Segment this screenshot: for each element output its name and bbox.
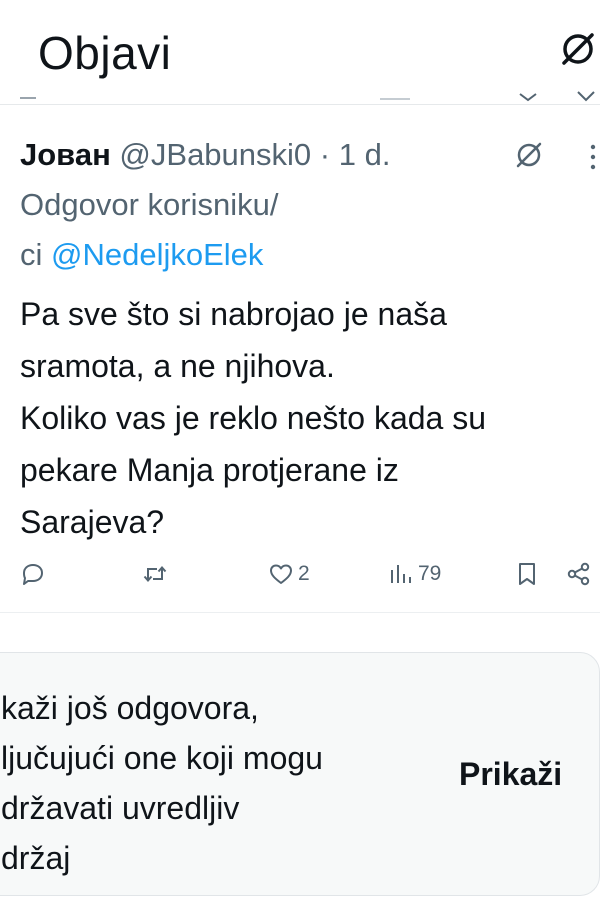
author-name[interactable]: Јован [20,137,111,172]
reply-context: Odgovor korisniku/ ci @NedeljkoElek [20,180,400,280]
previous-post-actions-edge [20,91,595,102]
tweet-text-line: Koliko vas je reklo nešto kada su [20,400,487,436]
circle-slash-icon[interactable] [512,138,546,172]
separator-dot: · [319,137,331,172]
reply-button[interactable] [20,558,46,590]
reply-mention-link[interactable]: @NedeljkoElek [51,237,263,272]
retweet-button[interactable] [142,558,168,590]
share-icon [567,562,590,586]
views-count: 79 [418,562,442,585]
show-more-replies-line: državati uvredljiv [1,790,240,826]
tweet-header: Јован @JBabunski0 · 1 d. [20,135,390,175]
views-icon [391,565,411,583]
bookmark-button[interactable] [514,558,540,590]
reply-tweet[interactable]: Јован @JBabunski0 · 1 d. Odgovor korisni… [0,104,600,613]
like-icon [270,564,292,584]
like-count: 2 [298,562,310,585]
page-title: Objavi [38,27,172,79]
show-more-replies-line: držaj [1,840,71,876]
share-button[interactable] [566,558,592,590]
reply-prefix-ci: ci [20,237,43,272]
reply-icon [23,564,43,585]
retweet-icon [143,565,167,583]
like-button[interactable]: 2 [268,558,310,590]
reply-prefix-line1: Odgovor korisniku/ [20,187,279,222]
show-more-replies-button[interactable]: Prikaži [459,756,562,793]
tweet-text-line: Sarajeva? [20,504,165,540]
more-options-icon[interactable] [586,142,600,172]
tweet-text-line: Pa sve što si nabrojao je naša [20,296,447,332]
tweet-text-line: sramota, a ne njihova. [20,348,335,384]
circle-slash-icon[interactable] [558,28,600,70]
author-handle[interactable]: @JBabunski0 [119,137,311,172]
top-bar: Objavi [0,0,600,105]
show-more-replies-line: kaži još odgovora, [1,690,259,726]
tweet-text: Pa sve što si nabrojao je naša sramota, … [20,288,590,548]
show-more-replies-card: kaži još odgovora, ljučujući one koji mo… [0,652,600,896]
show-more-replies-line: ljučujući one koji mogu [1,740,323,776]
tweet-text-line: pekare Manja protjerane iz [20,452,399,488]
reply-prefix-line2: ci @NedeljkoElek [20,230,400,280]
show-more-replies-text: kaži još odgovora, ljučujući one koji mo… [1,683,421,883]
tweet-actions: 2 79 [0,554,600,594]
bookmark-icon [519,563,535,585]
post-time[interactable]: 1 d. [339,137,391,172]
post-page: Objavi Јован @JBabunski0 · 1 d. Odgovor … [0,0,600,900]
views-button[interactable]: 79 [388,558,441,590]
